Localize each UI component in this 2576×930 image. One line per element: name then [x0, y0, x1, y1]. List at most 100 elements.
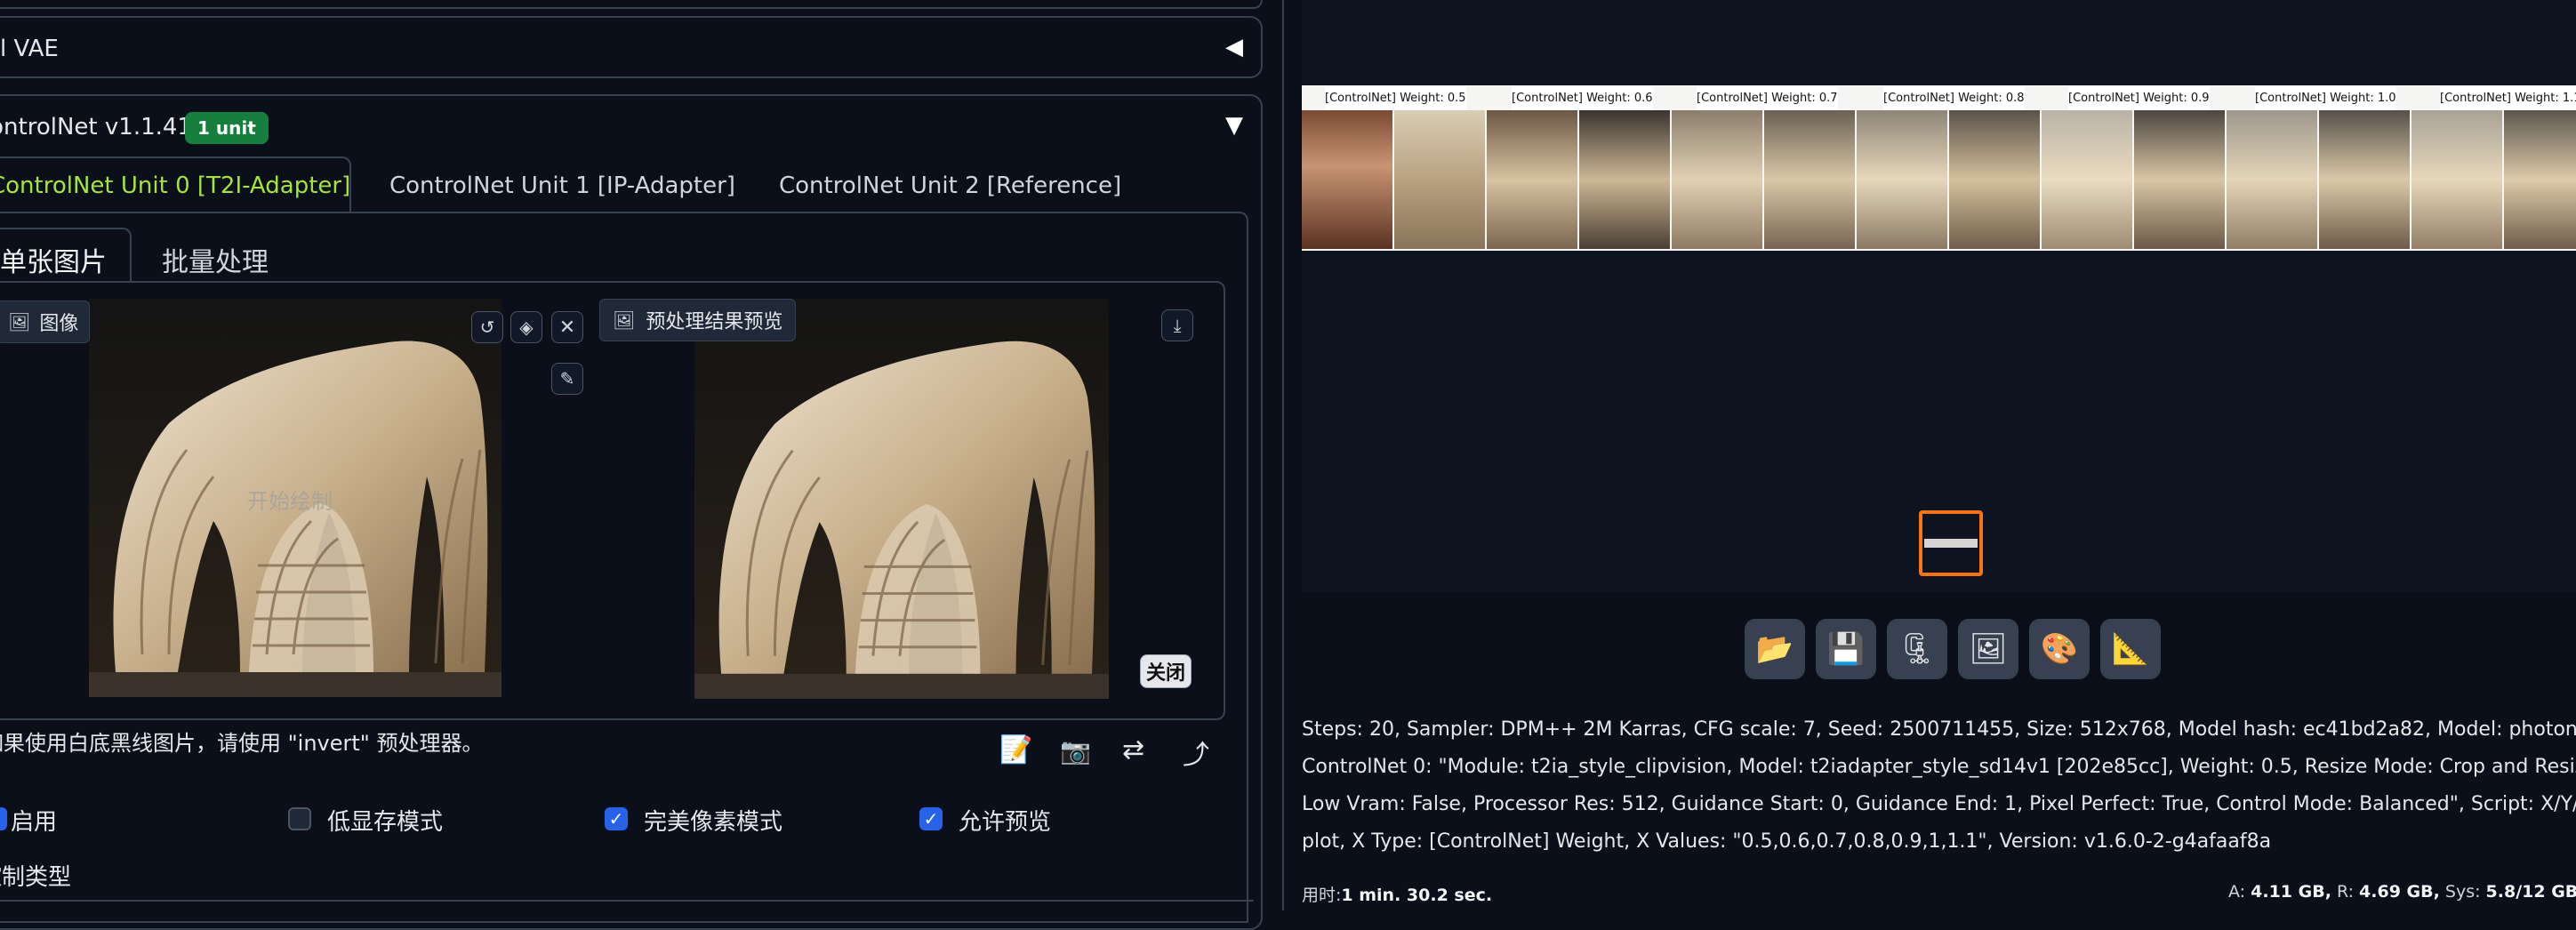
grid-thumbnail — [1672, 110, 1762, 249]
timing-label: 用时: — [1302, 886, 1342, 905]
grid-label: [ControlNet] Weight: 1.0 — [2255, 87, 2396, 110]
close-icon: ✕ — [558, 316, 576, 339]
grid-label: [ControlNet] Weight: 0.9 — [2068, 87, 2210, 110]
thumbnail-preview — [1924, 539, 1978, 548]
zip-button[interactable]: 🗜 — [1887, 619, 1947, 679]
grid-thumbnail — [1764, 110, 1855, 249]
send-to-img2img-button[interactable]: 🖼 — [1958, 619, 2018, 679]
generation-infotext: Steps: 20, Sampler: DPM++ 2M Karras, CFG… — [1302, 711, 2576, 861]
infotext-line: Steps: 20, Sampler: DPM++ 2M Karras, CFG… — [1302, 718, 2576, 741]
brush-icon: ✎ — [559, 368, 575, 389]
grid-label: [ControlNet] Weight: 1.1 — [2440, 87, 2576, 110]
expand-triangle-icon[interactable]: ◀ — [1225, 34, 1243, 60]
download-button[interactable]: ⤓ — [1161, 309, 1193, 341]
low-vram-checkbox[interactable] — [288, 807, 311, 830]
invert-hint: 如果使用白底黑线图片，请使用 "invert" 预处理器。 — [0, 731, 484, 756]
vram-a-value: 4.11 GB, — [2251, 882, 2331, 902]
grid-label: [ControlNet] Weight: 0.8 — [1883, 87, 2025, 110]
clear-button[interactable]: ✕ — [551, 311, 583, 343]
pixel-perfect-checkbox[interactable]: ✓ — [605, 807, 628, 830]
palette-icon: 🎨 — [2040, 631, 2079, 667]
open-folder-button[interactable]: 📂 — [1745, 619, 1805, 679]
enable-checkbox[interactable]: ✓ — [0, 807, 7, 830]
vram-r-value: 4.69 GB, — [2359, 882, 2440, 902]
control-type-row-top — [0, 900, 1254, 902]
infotext-line: plot, X Type: [ControlNet] Weight, X Val… — [1302, 830, 2272, 853]
close-preview-button[interactable]: 关闭 — [1140, 654, 1192, 688]
zip-icon: 🗜 — [1898, 631, 1937, 667]
triangle-ruler-icon: 📐 — [2111, 631, 2150, 667]
save-button[interactable]: 💾 — [1816, 619, 1876, 679]
collapse-triangle-icon[interactable]: ▼ — [1225, 112, 1243, 139]
grid-thumbnail — [1949, 110, 2040, 249]
grid-label: [ControlNet] Weight: 0.5 — [1325, 87, 1466, 110]
send-to-inpaint-button[interactable]: 🎨 — [2029, 619, 2090, 679]
canvas-overlay-text: 开始绘制 — [247, 489, 333, 514]
controlnet-title: ControlNet v1.1.415 — [0, 114, 207, 140]
save-icon: 💾 — [1826, 631, 1866, 667]
tab-controlnet-unit-0[interactable]: ControlNet Unit 0 [T2I-Adapter] — [0, 172, 350, 199]
tab-controlnet-unit-1[interactable]: ControlNet Unit 1 [IP-Adapter] — [389, 172, 735, 199]
camera-icon[interactable]: 📷 — [1060, 736, 1091, 766]
vram-a-label: A: — [2228, 882, 2246, 902]
input-image-canvas[interactable]: 开始绘制 — [89, 299, 502, 697]
swap-icon[interactable]: ⇄ — [1122, 734, 1144, 766]
infotext-line: Low Vram: False, Processor Res: 512, Gui… — [1302, 793, 2576, 815]
grid-label: [ControlNet] Weight: 0.7 — [1697, 87, 1838, 110]
vram-sys-value: 5.8/12 GB (48. — [2485, 882, 2576, 902]
grid-thumbnail — [1579, 110, 1670, 249]
tab-single-image[interactable]: 单张图片 — [0, 240, 107, 279]
image-label: 图像 — [39, 313, 79, 335]
infotext-line: ControlNet 0: "Module: t2ia_style_clipvi… — [1302, 756, 2576, 778]
folder-icon: 📂 — [1755, 631, 1794, 667]
grid-thumbnail — [2504, 110, 2576, 249]
image-icon: 🖼 — [8, 311, 31, 333]
vram-stats: A: 4.11 GB, R: 4.69 GB, Sys: 5.8/12 GB (… — [2228, 882, 2576, 902]
preview-label-chip: 🖼 预处理结果预览 — [599, 299, 797, 341]
grid-thumbnail — [2319, 110, 2410, 249]
image-icon: 🖼 — [1969, 631, 2008, 667]
timing: 用时:1 min. 30.2 sec. — [1302, 882, 1492, 906]
pixel-perfect-label: 完美像素模式 — [644, 809, 783, 836]
image-icon: 🖼 — [613, 309, 636, 331]
download-icon: ⤓ — [1173, 315, 1182, 336]
grid-thumbnail — [1394, 110, 1485, 249]
unit-count-badge: 1 unit — [185, 112, 269, 144]
eraser-icon: ◈ — [519, 317, 534, 338]
notepad-icon[interactable]: 📝 — [999, 734, 1032, 766]
grid-thumbnail — [1487, 110, 1577, 249]
vae-panel[interactable]: l VAE ◀ — [0, 16, 1263, 78]
grid-thumbnail — [2134, 110, 2225, 249]
low-vram-label: 低显存模式 — [327, 809, 444, 836]
grid-label: [ControlNet] Weight: 0.6 — [1512, 87, 1653, 110]
control-type-label: 控制类型 — [0, 864, 72, 891]
grid-thumbnail — [2411, 110, 2502, 249]
panel-top-edge — [0, 0, 1263, 9]
eraser-button[interactable]: ◈ — [510, 311, 542, 343]
send-to-extras-button[interactable]: 📐 — [2100, 619, 2161, 679]
image-label-chip: 🖼 图像 — [0, 301, 91, 343]
grid-thumbnail — [1302, 110, 1392, 249]
brush-button[interactable]: ✎ — [551, 363, 583, 395]
send-dimensions-icon[interactable]: ⤴ — [1183, 733, 1209, 772]
right-panel-border — [1282, 0, 1284, 910]
vram-r-label: R: — [2336, 882, 2354, 902]
allow-preview-label: 允许预览 — [959, 809, 1052, 836]
tab-controlnet-unit-2[interactable]: ControlNet Unit 2 [Reference] — [779, 172, 1121, 199]
tab-batch[interactable]: 批量处理 — [162, 240, 269, 279]
close-preview-label: 关闭 — [1145, 662, 1185, 685]
preprocessor-preview-image — [694, 299, 1110, 699]
gallery-thumbnail-selected[interactable] — [1919, 510, 1983, 576]
column-divider — [1266, 0, 1277, 910]
enable-label: 启用 — [11, 809, 58, 836]
timing-value: 1 min. 30.2 sec. — [1341, 886, 1493, 905]
allow-preview-checkbox[interactable]: ✓ — [919, 807, 943, 830]
undo-button[interactable]: ↺ — [471, 311, 503, 343]
undo-icon: ↺ — [479, 317, 495, 338]
vram-sys-label: Sys: — [2444, 882, 2481, 902]
grid-thumbnail — [1857, 110, 1947, 249]
preview-label: 预处理结果预览 — [646, 311, 783, 333]
grid-thumbnail — [2042, 110, 2132, 249]
vae-panel-title: l VAE — [0, 36, 59, 62]
grid-thumbnail — [2227, 110, 2317, 249]
